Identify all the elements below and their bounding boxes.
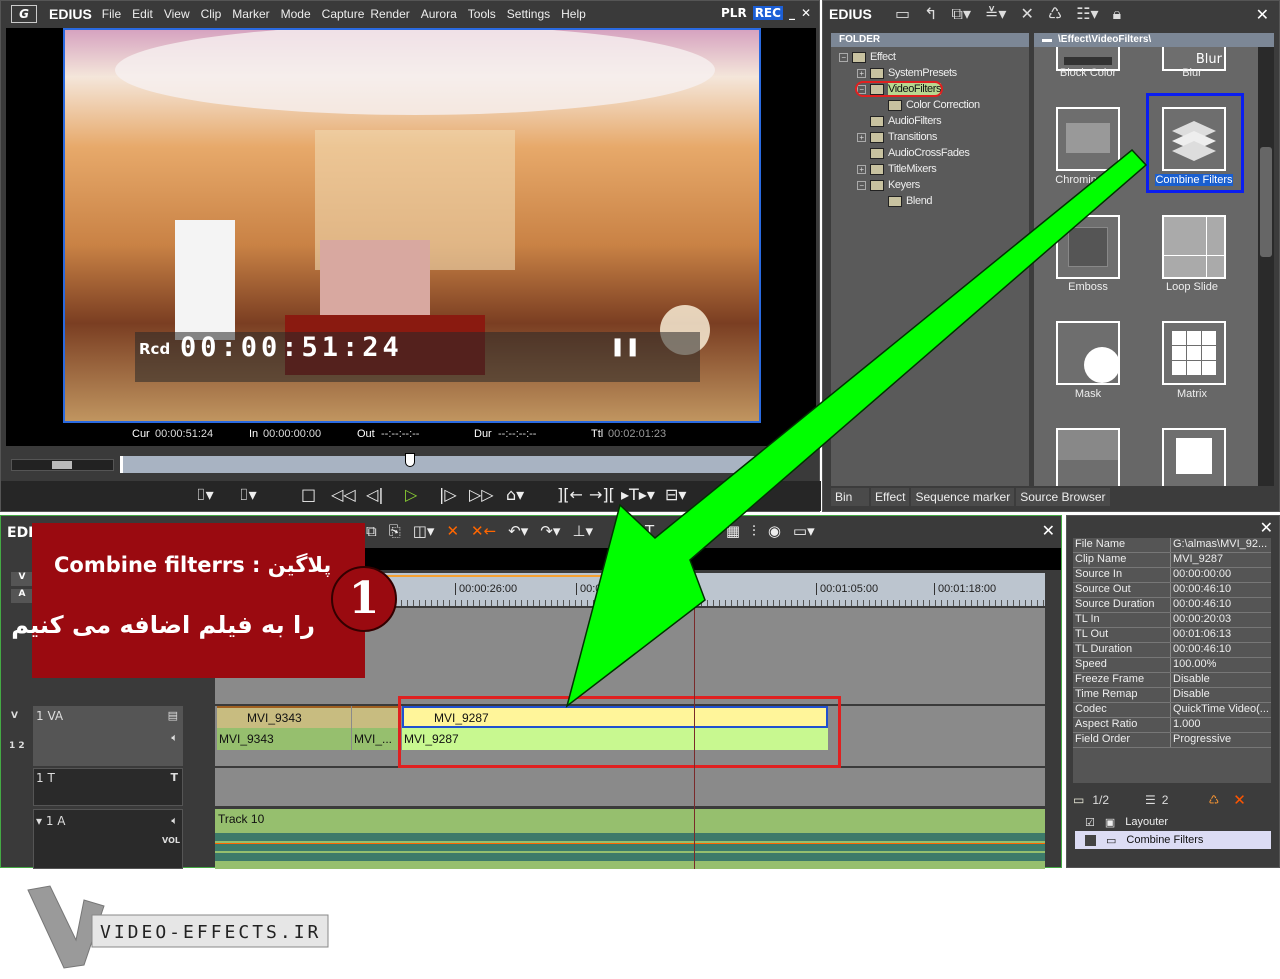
tutorial-caption: Combine filterrs : پلاگین را به فیلم اضا…	[11, 523, 365, 678]
green-arrow-annotation	[565, 148, 1148, 708]
svg-text:VIDEO-EFFECTS.IR: VIDEO-EFFECTS.IR	[100, 922, 321, 943]
caption-line-1: Combine filterrs : پلاگین	[54, 553, 332, 577]
step-number-badge: 1	[331, 566, 397, 632]
caption-line-2: را به فیلم اضافه می کنیم	[11, 611, 315, 639]
video-effects-logo: VIDEO-EFFECTS.IR	[24, 880, 334, 975]
